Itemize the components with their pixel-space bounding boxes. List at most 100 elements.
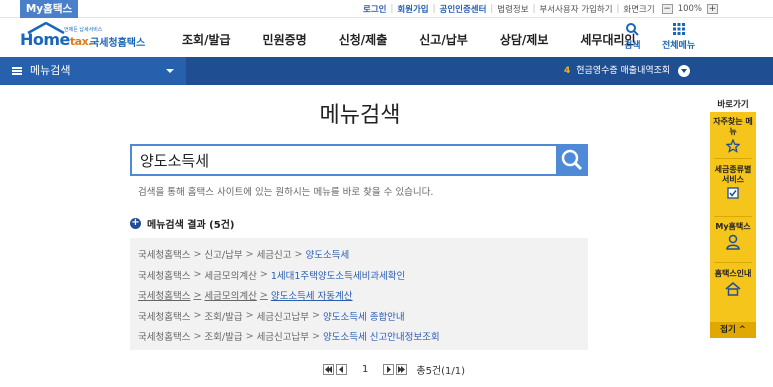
crumb: 조회/발급: [204, 332, 243, 344]
crumb: 세금신고납부: [256, 332, 310, 344]
chevron-right-icon: >: [259, 269, 268, 281]
double-chevron-right-icon: [398, 366, 406, 373]
chevron-right-icon: >: [193, 269, 202, 281]
quick-item-tax-service[interactable]: 세금종류별 서비스: [710, 165, 756, 199]
chevron-down-circle-icon[interactable]: [678, 64, 691, 77]
crumb: 신고/납부: [204, 250, 243, 262]
sub-nav-bar: 메뉴검색 4 현금영수증 매출내역조회: [0, 57, 773, 85]
star-icon: [726, 139, 740, 153]
chevron-right-icon: >: [193, 248, 202, 260]
page-title: 메뉴검색: [319, 103, 401, 128]
notice-number: 4: [564, 66, 571, 76]
result-link[interactable]: 양도소득세: [306, 247, 350, 261]
zoom-value: 100%: [677, 4, 703, 14]
all-menu-button[interactable]: 전체메뉴: [662, 22, 695, 51]
quick-menu-panel: 자주찾는 메뉴 세금종류별 서비스 My홈택스 홈택스인내 접기 ^: [710, 112, 756, 338]
crumb: 세금모의계산: [204, 291, 257, 303]
crumb: 국세청홈택스: [138, 291, 191, 303]
hamburger-icon: [12, 67, 22, 75]
result-link[interactable]: 양도소득세 자동계산: [271, 288, 353, 302]
search-icon: [561, 149, 583, 171]
gnb-item-inquiry[interactable]: 조회/발급: [182, 31, 231, 48]
menu-search-box: [130, 144, 588, 176]
current-page[interactable]: 1: [362, 364, 368, 375]
chevron-left-icon: [339, 366, 343, 373]
chevron-right-icon: >: [193, 310, 202, 322]
top-utility-bar: My홈택스 로그인 | 회원가입 | 공인인증센터 | 법령정보 | 부서사용자…: [0, 0, 773, 18]
quick-item-label: 자주찾는 메뉴: [713, 117, 753, 136]
law-info-link[interactable]: 법령정보: [494, 3, 531, 15]
list-item[interactable]: 국세청홈택스 > 세금모의계산 > 양도소득세 자동계산: [138, 285, 580, 306]
chevron-down-icon: [166, 69, 174, 73]
dept-user-signup-link[interactable]: 부서사용자 가입하기: [536, 3, 615, 15]
zoom-control: − 100% +: [661, 4, 719, 14]
chevron-right-icon: >: [245, 330, 254, 342]
first-page-button[interactable]: [323, 364, 334, 375]
quick-item-label: 세금종류별 서비스: [714, 165, 752, 184]
cert-center-link[interactable]: 공인인증센터: [437, 3, 490, 15]
total-count: 총5건(1/1): [416, 366, 466, 377]
result-link[interactable]: 양도소득세 종합안내: [323, 309, 405, 323]
next-page-button[interactable]: [383, 364, 395, 375]
logo-tax-text: tax.: [69, 35, 92, 48]
my-hometax-tab[interactable]: My홈택스: [20, 0, 78, 18]
result-link[interactable]: 양도소득세 신고안내정보조회: [323, 329, 440, 343]
quick-menu-title: 바로가기: [717, 100, 749, 110]
result-link[interactable]: 1세대1주택양도소득세비과세확인: [271, 268, 405, 282]
signup-link[interactable]: 회원가입: [394, 3, 431, 15]
menu-search-label: 메뉴검색: [30, 64, 71, 77]
quick-item-label: My홈택스: [715, 222, 751, 231]
global-nav: 조회/발급 민원증명 신청/제출 신고/납부 상담/제보 세무대리인: [182, 31, 668, 48]
logo-home-text: Home: [20, 30, 70, 49]
prev-page-button[interactable]: [336, 364, 347, 375]
login-link[interactable]: 로그인: [360, 3, 389, 15]
gnb-item-application[interactable]: 신청/제출: [339, 31, 388, 48]
crumb: 국세청홈택스: [138, 270, 191, 282]
header-search-button[interactable]: 검색: [624, 22, 641, 51]
logo-subtitle: 국세청홈택스: [90, 38, 146, 49]
list-item[interactable]: 국세청홈택스 > 조회/발급 > 세금신고납부 > 양도소득세 신고안내정보조회: [138, 326, 580, 347]
result-heading: + 메뉴검색 결과 (5건): [130, 216, 234, 231]
crumb: 세금모의계산: [204, 270, 257, 282]
top-links: 로그인 | 회원가입 | 공인인증센터 | 법령정보 | 부서사용자 가입하기 …: [360, 0, 719, 18]
menu-search-button[interactable]: [556, 144, 588, 176]
grid-icon: [672, 23, 685, 35]
crumb: 세금신고: [256, 250, 292, 262]
zoom-in-button[interactable]: +: [707, 4, 719, 14]
list-item[interactable]: 국세청홈택스 > 세금모의계산 > 1세대1주택양도소득세비과세확인: [138, 265, 580, 286]
menu-search-dropdown[interactable]: 메뉴검색: [0, 57, 186, 85]
divider: [714, 158, 752, 159]
house-icon: [725, 282, 741, 296]
quick-item-guide[interactable]: 홈택스인내: [710, 269, 756, 297]
zoom-out-button[interactable]: −: [661, 4, 673, 14]
main-header: 언제든 납세서비스 Hometax. 국세청홈택스 조회/발급 민원증명 신청/…: [0, 18, 773, 56]
gnb-item-certificates[interactable]: 민원증명: [263, 31, 307, 48]
chevron-right-icon: >: [193, 289, 202, 301]
user-icon: [726, 234, 740, 250]
chevron-right-icon: [387, 366, 392, 373]
last-page-button[interactable]: [396, 364, 408, 375]
divider: [714, 262, 752, 263]
notice-text: 현금영수증 매출내역조회: [576, 66, 671, 76]
header-search-label: 검색: [624, 41, 641, 51]
menu-search-input[interactable]: [132, 146, 556, 174]
chevron-right-icon: >: [312, 310, 320, 322]
quick-item-my-hometax[interactable]: My홈택스: [710, 222, 756, 250]
crumb: 국세청홈택스: [138, 311, 191, 323]
chevron-right-icon: >: [245, 310, 254, 322]
gnb-item-filing[interactable]: 신고/납부: [419, 31, 468, 48]
hometax-logo[interactable]: 언제든 납세서비스 Hometax. 국세청홈택스: [20, 22, 150, 52]
chevron-right-icon: >: [294, 248, 303, 260]
divider: [714, 216, 752, 217]
logo-wordmark: Hometax.: [20, 30, 92, 49]
list-item[interactable]: 국세청홈택스 > 조회/발급 > 세금신고납부 > 양도소득세 종합안내: [138, 306, 580, 327]
quick-item-favorites[interactable]: 자주찾는 메뉴: [710, 117, 756, 153]
result-title: 메뉴검색 결과 (5건): [147, 220, 235, 231]
list-item[interactable]: 국세청홈택스 > 신고/납부 > 세금신고 > 양도소득세: [138, 244, 580, 265]
search-icon: [626, 23, 639, 36]
gnb-item-consult[interactable]: 상담/제보: [500, 31, 549, 48]
notice-ticker[interactable]: 4 현금영수증 매출내역조회: [564, 57, 691, 85]
crumb: 조회/발급: [204, 311, 243, 323]
pagination: 1 총5건(1/1): [322, 362, 465, 377]
quick-menu-collapse-button[interactable]: 접기 ^: [710, 322, 756, 338]
